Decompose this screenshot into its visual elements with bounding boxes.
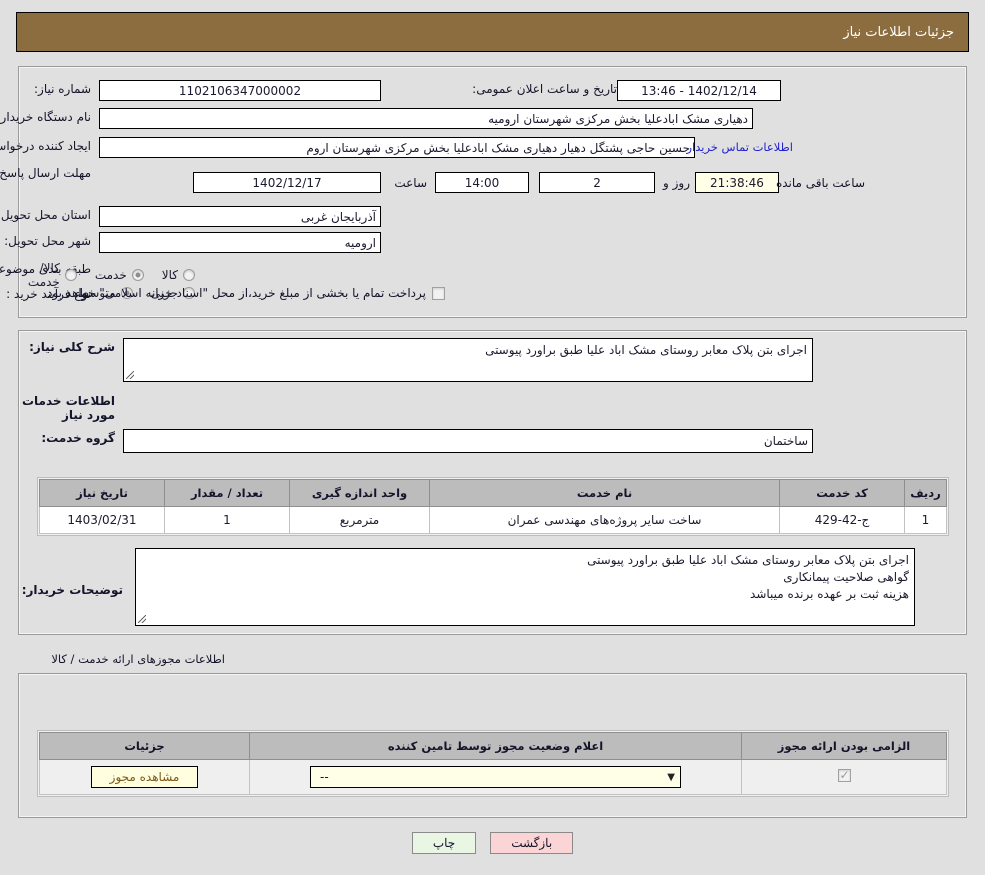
buyer-contact-link[interactable]: اطلاعات تماس خریدار (686, 140, 793, 154)
col-need-date: تاریخ نیاز (39, 479, 165, 507)
page-title-bar: جزئیات اطلاعات نیاز (16, 12, 969, 52)
deadline-date-field[interactable]: 1402/12/17 (193, 172, 381, 193)
category-option-label: کالا/خدمت (27, 261, 60, 289)
col-row: ردیف (904, 479, 947, 507)
buyer-org-label: نام دستگاه خریدار: (0, 110, 91, 124)
col-unit: واحد اندازه گیری (289, 479, 430, 507)
city-label-wrap: شهر محل تحویل: (4, 234, 91, 248)
service-group-label: گروه خدمت: (41, 431, 115, 445)
col-quantity: تعداد / مقدار (164, 479, 290, 507)
announce-datetime-field[interactable]: 1402/12/14 - 13:46 (617, 80, 781, 101)
need-number-field[interactable]: 1102106347000002 (99, 80, 381, 101)
category-option-khedmat[interactable]: خدمت (95, 268, 144, 282)
buyer-notes-label: توضیحات خریدار: (21, 583, 123, 597)
requester-label-wrap: ایجاد کننده درخواست: (0, 139, 91, 153)
general-description-textarea[interactable]: اجرای بتن پلاک معابر روستای مشک اباد علی… (123, 338, 813, 382)
service-group-field[interactable]: ساختمان (123, 429, 813, 453)
services-table-wrap: ردیف کد خدمت نام خدمت واحد اندازه گیری ت… (37, 477, 949, 536)
general-description-label: شرح کلی نیاز: (29, 340, 115, 354)
deadline-label: مهلت ارسال پاسخ: تا تاریخ: (0, 166, 91, 180)
buyer-org-label-wrap: نام دستگاه خریدار: (0, 110, 91, 124)
province-label: استان محل تحویل: (0, 208, 91, 222)
cell-quantity: 1 (164, 506, 290, 534)
need-number-label: شماره نیاز: (34, 82, 91, 96)
category-option-label: کالا (161, 268, 178, 282)
need-number-label-wrap: شماره نیاز: (34, 82, 91, 96)
treasury-note-wrap: پرداخت تمام یا بخشی از مبلغ خرید،از محل … (43, 286, 445, 300)
tender-details-page: AriaTender.net جزئیات اطلاعات نیاز شماره… (0, 0, 985, 875)
licenses-table: الزامی بودن ارائه مجوز اعلام وضعیت مجوز … (39, 732, 947, 795)
licenses-section-title: اطلاعات مجوزهای ارائه خدمت / کالا (51, 652, 225, 666)
license-status-select[interactable]: ▼ -- (310, 766, 681, 788)
city-field[interactable]: ارومیه (99, 232, 381, 253)
radio-icon[interactable] (131, 269, 144, 281)
cell-need-date: 1403/02/31 (39, 506, 165, 534)
services-table: ردیف کد خدمت نام خدمت واحد اندازه گیری ت… (39, 479, 947, 534)
deadline-time-field[interactable]: 14:00 (435, 172, 529, 193)
radio-icon[interactable] (64, 269, 77, 281)
deadline-time-label: ساعت (394, 176, 427, 190)
announce-datetime-label-wrap: تاریخ و ساعت اعلان عمومی: (472, 82, 617, 96)
cell-license-required (741, 759, 947, 795)
chevron-down-icon: ▼ (667, 771, 675, 783)
cell-code: ج-42-429 (779, 506, 905, 534)
days-and-label: روز و (663, 176, 690, 190)
license-status-value: -- (320, 770, 329, 784)
col-code: کد خدمت (779, 479, 905, 507)
remaining-days-field[interactable]: 2 (539, 172, 655, 193)
cell-unit: مترمربع (289, 506, 430, 534)
province-field[interactable]: آذربایجان غربی (99, 206, 381, 227)
category-option-kala[interactable]: کالا (162, 268, 195, 282)
cell-license-details: مشاهده مجوز (39, 759, 250, 795)
page-title: جزئیات اطلاعات نیاز (843, 24, 954, 40)
footer-actions: بازگشت چاپ (0, 832, 985, 854)
col-license-status: اعلام وضعیت مجوز توسط تامین کننده (249, 732, 742, 760)
licenses-table-wrap: الزامی بودن ارائه مجوز اعلام وضعیت مجوز … (37, 730, 949, 797)
remaining-suffix-label: ساعت باقی مانده (775, 176, 865, 190)
services-info-title: اطلاعات خدمات مورد نیاز (21, 394, 115, 422)
remaining-time-field[interactable]: 21:38:46 (695, 172, 779, 193)
cell-license-status: ▼ -- (249, 759, 742, 795)
category-option-label: خدمت (94, 268, 127, 282)
province-label-wrap: استان محل تحویل: (0, 208, 91, 222)
buyer-notes-textarea[interactable]: اجرای بتن پلاک معابر روستای مشک اباد علی… (135, 548, 915, 626)
announce-datetime-label: تاریخ و ساعت اعلان عمومی: (472, 82, 617, 96)
table-row: ▼ -- مشاهده مجوز (39, 759, 947, 795)
requester-field[interactable]: حسین حاجی پشتگل دهیار دهیاری مشک ابادعلی… (99, 137, 695, 158)
buyer-org-field[interactable]: دهیاری مشک ابادعلیا بخش مرکزی شهرستان ار… (99, 108, 753, 129)
license-required-checkbox (837, 768, 851, 782)
cell-row: 1 (904, 506, 947, 534)
radio-icon[interactable] (183, 269, 195, 281)
col-license-required: الزامی بودن ارائه مجوز (741, 732, 947, 760)
print-button[interactable]: چاپ (411, 832, 477, 854)
col-license-details: جزئیات (39, 732, 250, 760)
table-header-row: الزامی بودن ارائه مجوز اعلام وضعیت مجوز … (39, 732, 947, 760)
table-row: 1 ج-42-429 ساخت سایر پروژه‌های مهندسی عم… (39, 506, 947, 534)
category-option-kala-khedmat[interactable]: کالا/خدمت (18, 261, 77, 289)
category-radio-group: کالا خدمت کالا/خدمت (0, 261, 195, 289)
treasury-checkbox[interactable] (432, 286, 445, 300)
table-header-row: ردیف کد خدمت نام خدمت واحد اندازه گیری ت… (39, 479, 947, 507)
treasury-note-text: پرداخت تمام یا بخشی از مبلغ خرید،از محل … (43, 286, 426, 300)
view-license-button[interactable]: مشاهده مجوز (90, 766, 199, 788)
city-label: شهر محل تحویل: (4, 234, 91, 248)
requester-label: ایجاد کننده درخواست: (0, 139, 91, 153)
deadline-label-wrap: مهلت ارسال پاسخ: تا تاریخ: (0, 166, 91, 180)
col-name: نام خدمت (429, 479, 780, 507)
back-button[interactable]: بازگشت (490, 832, 574, 854)
cell-name: ساخت سایر پروژه‌های مهندسی عمران (429, 506, 780, 534)
